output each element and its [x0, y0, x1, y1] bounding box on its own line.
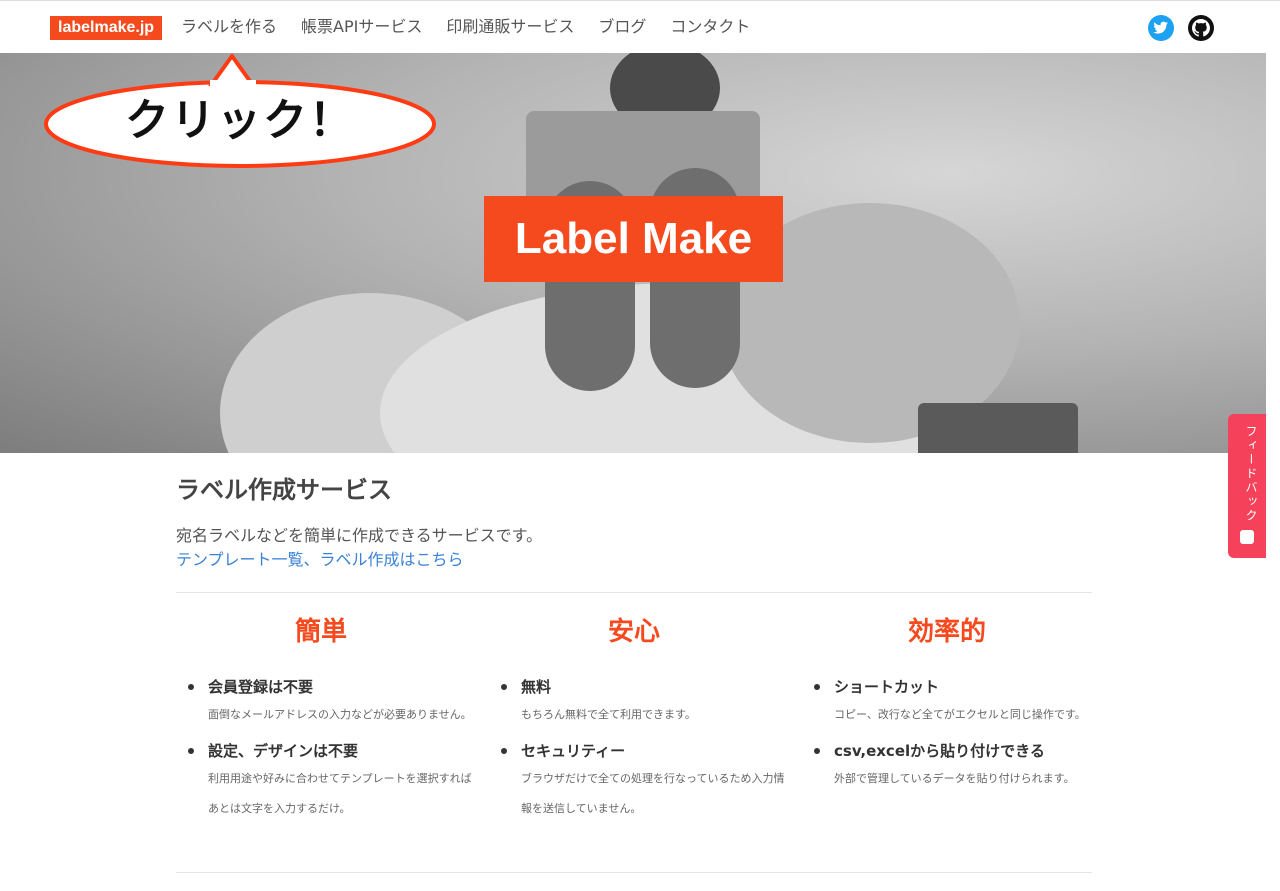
item-description: もちろん無料で全て利用できます。	[521, 708, 696, 721]
list-item: 無料 もちろん無料で全て利用できます。	[489, 674, 802, 730]
list-item: セキュリティー ブラウザだけで全ての処理を行なっているため入力情報を送信していま…	[489, 738, 802, 824]
item-title: セキュリティー	[521, 742, 626, 760]
feedback-icon	[1240, 530, 1254, 544]
item-description: コピー、改行など全てがエクセルと同じ操作です。	[834, 708, 1086, 721]
list-item: 会員登録は不要 面倒なメールアドレスの入力などが必要ありません。	[176, 674, 489, 730]
section-title: ラベル作成サービス	[176, 476, 392, 504]
item-title: 無料	[521, 678, 552, 696]
item-description: ブラウザだけで全ての処理を行なっているため入力情報を送信していません。	[521, 772, 785, 815]
templates-link[interactable]: テンプレート一覧、ラベル作成はこちら	[176, 548, 464, 572]
feedback-label: フィードバック	[1244, 425, 1258, 523]
divider-bottom	[176, 872, 1092, 873]
intro-section: ラベル作成サービス 宛名ラベルなどを簡単に作成できるサービスです。 テンプレート…	[176, 470, 1092, 572]
item-title: 会員登録は不要	[208, 678, 314, 696]
item-description: 面倒なメールアドレスの入力などが必要ありません。	[208, 708, 472, 721]
nav-link-contact[interactable]: コンタクト	[670, 15, 750, 39]
feature-column-safe: 安心 無料 もちろん無料で全て利用できます。 セキュリティー ブラウザだけで全て…	[489, 612, 802, 832]
item-description: 利用用途や好みに合わせてテンプレートを選択すればあとは文字を入力するだけ。	[208, 772, 472, 815]
feedback-tab[interactable]: フィードバック	[1228, 414, 1266, 558]
list-item: ショートカット コピー、改行など全てがエクセルと同じ操作です。	[802, 674, 1115, 730]
divider-top	[176, 592, 1092, 593]
feature-heading: 簡単	[294, 617, 347, 647]
feature-list: 会員登録は不要 面倒なメールアドレスの入力などが必要ありません。 設定、デザイン…	[176, 674, 489, 824]
feature-list: ショートカット コピー、改行など全てがエクセルと同じ操作です。 csv,exce…	[802, 674, 1115, 794]
section-description: 宛名ラベルなどを簡単に作成できるサービスです。	[176, 526, 543, 545]
list-item: 設定、デザインは不要 利用用途や好みに合わせてテンプレートを選択すればあとは文字…	[176, 738, 489, 824]
brand-logo[interactable]: labelmake.jp	[50, 16, 163, 40]
list-item: csv,excelから貼り付けできる 外部で管理しているデータを貼り付けられます…	[802, 738, 1115, 794]
nav-link-make-label[interactable]: ラベルを作る	[181, 15, 277, 39]
nav-links: ラベルを作る 帳票APIサービス 印刷通販サービス ブログ コンタクト	[181, 15, 774, 39]
nav-link-api[interactable]: 帳票APIサービス	[301, 15, 422, 39]
feature-column-easy: 簡単 会員登録は不要 面倒なメールアドレスの入力などが必要ありません。 設定、デ…	[176, 612, 489, 832]
callout-text: クリック！	[125, 95, 355, 146]
github-icon[interactable]	[1188, 15, 1214, 41]
item-title: 設定、デザインは不要	[208, 742, 359, 760]
feature-column-efficient: 効率的 ショートカット コピー、改行など全てがエクセルと同じ操作です。 csv,…	[802, 612, 1115, 832]
features-row: 簡単 会員登録は不要 面倒なメールアドレスの入力などが必要ありません。 設定、デ…	[176, 612, 1116, 832]
feature-heading: 安心	[607, 617, 660, 647]
hero-photo-bucket	[918, 403, 1078, 453]
feature-list: 無料 もちろん無料で全て利用できます。 セキュリティー ブラウザだけで全ての処理…	[489, 674, 802, 824]
hero-title: Label Make	[484, 196, 783, 282]
twitter-icon[interactable]	[1148, 15, 1174, 41]
top-navbar: labelmake.jp ラベルを作る 帳票APIサービス 印刷通販サービス ブ…	[0, 0, 1280, 53]
nav-link-blog[interactable]: ブログ	[598, 15, 646, 39]
item-title: ショートカット	[834, 678, 940, 696]
item-title: csv,excelから貼り付けできる	[834, 742, 1045, 760]
nav-link-print[interactable]: 印刷通販サービス	[446, 15, 574, 39]
item-description: 外部で管理しているデータを貼り付けられます。	[834, 772, 1075, 785]
feature-heading: 効率的	[907, 617, 986, 647]
